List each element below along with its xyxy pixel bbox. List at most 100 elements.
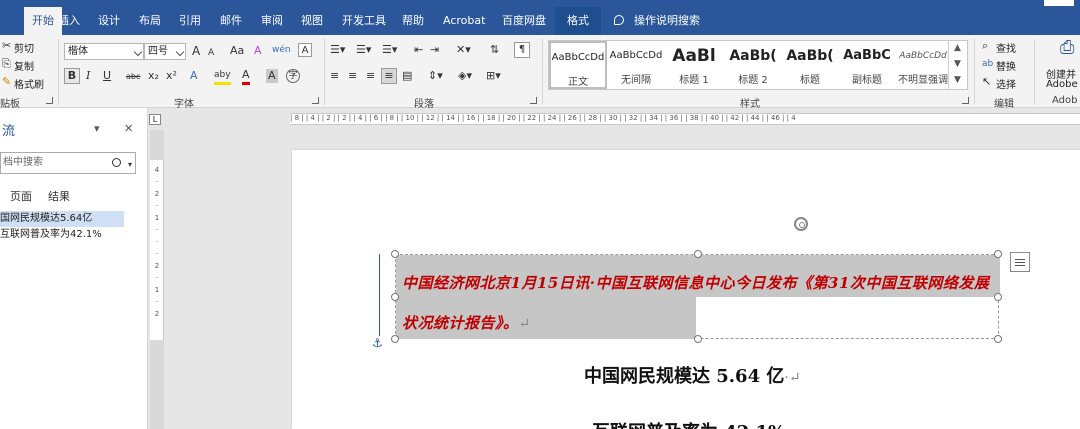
paragraph-dialog-launcher[interactable] <box>530 97 537 104</box>
align-left-icon[interactable]: ≡ <box>330 69 339 83</box>
align-center-icon[interactable]: ≡ <box>348 69 357 83</box>
subscript-button[interactable]: x₂ <box>148 69 159 83</box>
font-color-icon[interactable]: A <box>242 68 250 85</box>
nav-search-input[interactable]: 档中搜索 ▾ <box>0 152 136 174</box>
replace-button[interactable]: 替换 <box>996 58 1016 73</box>
resize-handle[interactable] <box>391 250 399 258</box>
shrink-font-icon[interactable]: A <box>208 46 214 60</box>
char-shading-icon[interactable]: A <box>266 69 278 83</box>
font-dialog-launcher[interactable] <box>312 97 319 104</box>
style-subtitle[interactable]: AaBbC 副标题 <box>839 41 895 89</box>
vertical-ruler[interactable]: 4 · 2 · 1 · · · 2 · 1 · 2 <box>150 130 164 429</box>
tab-insert[interactable]: 插入 <box>58 7 80 35</box>
borders-icon[interactable]: ⊞▾ <box>486 69 501 83</box>
text-box-content[interactable]: 中国经济网北京1月15日讯·中国互联网信息中心今日发布《第31次中国互联网络发展… <box>402 263 992 344</box>
search-result-item[interactable]: 互联网普及率为42.1% <box>0 227 102 243</box>
styles-dialog-launcher[interactable] <box>962 97 969 104</box>
tab-layout[interactable]: 布局 <box>139 7 161 35</box>
numbering-icon[interactable]: ☰▾ <box>356 43 371 57</box>
tab-home[interactable]: 开始 <box>24 7 62 35</box>
change-case-button[interactable]: Aa <box>230 44 244 58</box>
resize-handle[interactable] <box>994 293 1002 301</box>
search-result-item[interactable]: 国网民规模达5.64亿 <box>0 211 124 227</box>
rotate-handle[interactable] <box>794 217 808 231</box>
resize-handle[interactable] <box>994 335 1002 343</box>
copy-button[interactable]: 复制 <box>14 58 34 73</box>
style-normal[interactable]: AaBbCcDd 正文 <box>549 41 607 89</box>
style-heading1[interactable]: AaBl 标题 1 <box>665 41 723 89</box>
strikethrough-button[interactable]: abc <box>126 70 140 84</box>
style-title[interactable]: AaBb( 标题 <box>783 41 837 89</box>
horizontal-ruler[interactable]: | 8 | | 4 | | 2 | | 2 | | 4 | | 6 | | 8 … <box>290 113 1080 125</box>
document-page[interactable]: ⚓ 中国经济网北京1月15日讯·中国互联网信息中心今日发布《第31次中国互联网络… <box>292 150 1080 429</box>
more-icon[interactable]: ▼ <box>949 72 966 88</box>
show-marks-icon[interactable]: ¶ <box>514 42 530 58</box>
text-effects-icon[interactable]: A <box>190 69 198 83</box>
phonetic-guide-icon[interactable]: wén <box>272 43 291 57</box>
chevron-up-icon[interactable]: ▲ <box>949 40 966 56</box>
tab-results[interactable]: 结果 <box>48 188 70 204</box>
tell-me-search[interactable]: 操作说明搜索 <box>634 7 700 35</box>
resize-handle[interactable] <box>694 250 702 258</box>
find-button[interactable]: 查找 <box>996 40 1016 55</box>
distributed-icon[interactable]: ▤ <box>402 69 412 83</box>
asian-layout-icon[interactable]: ✕▾ <box>456 43 471 57</box>
ruler-margin <box>150 340 164 429</box>
align-right-icon[interactable]: ≡ <box>366 69 375 83</box>
tab-developer[interactable]: 开发工具 <box>342 7 386 35</box>
search-icon[interactable] <box>112 158 121 167</box>
tab-review[interactable]: 审阅 <box>261 7 283 35</box>
select-button[interactable]: 选择 <box>996 76 1016 91</box>
bullets-icon[interactable]: ☰▾ <box>330 43 345 57</box>
nav-options-dropdown[interactable]: ▾ <box>94 122 100 135</box>
line-spacing-icon[interactable]: ⇕▾ <box>428 69 443 83</box>
clipboard-dialog-launcher[interactable] <box>46 97 53 104</box>
style-name: 标题 2 <box>738 75 768 86</box>
multilevel-list-icon[interactable]: ☰▾ <box>382 43 397 57</box>
tab-acrobat[interactable]: Acrobat <box>443 7 485 35</box>
tab-selector[interactable]: L <box>149 114 161 125</box>
char-border-icon[interactable]: A <box>298 43 312 57</box>
tab-references[interactable]: 引用 <box>179 7 201 35</box>
clear-format-icon[interactable]: A <box>254 44 262 58</box>
tab-design[interactable]: 设计 <box>98 7 120 35</box>
chevron-down-icon[interactable]: ▾ <box>128 155 132 175</box>
title-bar-button[interactable] <box>1044 0 1074 6</box>
resize-handle[interactable] <box>994 250 1002 258</box>
italic-button[interactable]: I <box>86 69 90 83</box>
tab-pages[interactable]: 页面 <box>10 188 32 204</box>
shading-icon[interactable]: ◈▾ <box>458 69 472 83</box>
resize-handle[interactable] <box>391 335 399 343</box>
resize-handle[interactable] <box>694 335 702 343</box>
document-heading[interactable]: 互联网普及率为 42.1% <box>592 418 785 429</box>
justify-icon[interactable]: ≡ <box>381 68 397 84</box>
increase-indent-icon[interactable]: ⇥ <box>430 43 439 57</box>
bold-button[interactable]: B <box>64 68 80 84</box>
format-painter-button[interactable]: 格式刷 <box>14 76 44 91</box>
tab-view[interactable]: 视图 <box>301 7 323 35</box>
text-box[interactable]: 中国经济网北京1月15日讯·中国互联网信息中心今日发布《第31次中国互联网络发展… <box>391 217 1002 343</box>
resize-handle[interactable] <box>391 293 399 301</box>
highlight-color-icon[interactable]: aby <box>214 68 231 85</box>
sort-icon[interactable]: ⇅ <box>490 43 499 57</box>
font-name-combo[interactable]: 楷体 <box>64 43 144 60</box>
document-heading[interactable]: 中国网民规模达 5.64 亿·↵ <box>584 362 801 388</box>
chevron-down-icon[interactable]: ▼ <box>949 56 966 72</box>
grow-font-icon[interactable]: A <box>192 44 200 58</box>
superscript-button[interactable]: x² <box>166 69 177 83</box>
tab-help[interactable]: 帮助 <box>402 7 424 35</box>
close-icon[interactable]: ✕ <box>124 122 133 135</box>
font-size-combo[interactable]: 四号 <box>144 43 186 60</box>
tab-mailings[interactable]: 邮件 <box>220 7 242 35</box>
style-subtle-emphasis[interactable]: AaBbCcDd 不明显强调 <box>895 41 951 89</box>
tab-baidu-netdisk[interactable]: 百度网盘 <box>502 7 546 35</box>
layout-options-icon[interactable] <box>1010 252 1030 272</box>
paragraph-mark: ·↵ <box>784 370 801 386</box>
cut-button[interactable]: 剪切 <box>14 40 34 55</box>
underline-button[interactable]: U <box>103 69 111 83</box>
style-no-spacing[interactable]: AaBbCcDd 无间隔 <box>609 41 663 89</box>
style-heading2[interactable]: AaBb( 标题 2 <box>725 41 781 89</box>
decrease-indent-icon[interactable]: ⇤ <box>414 43 423 57</box>
tab-format[interactable]: 格式 <box>555 7 601 35</box>
enclose-char-icon[interactable]: 字 <box>286 69 300 83</box>
